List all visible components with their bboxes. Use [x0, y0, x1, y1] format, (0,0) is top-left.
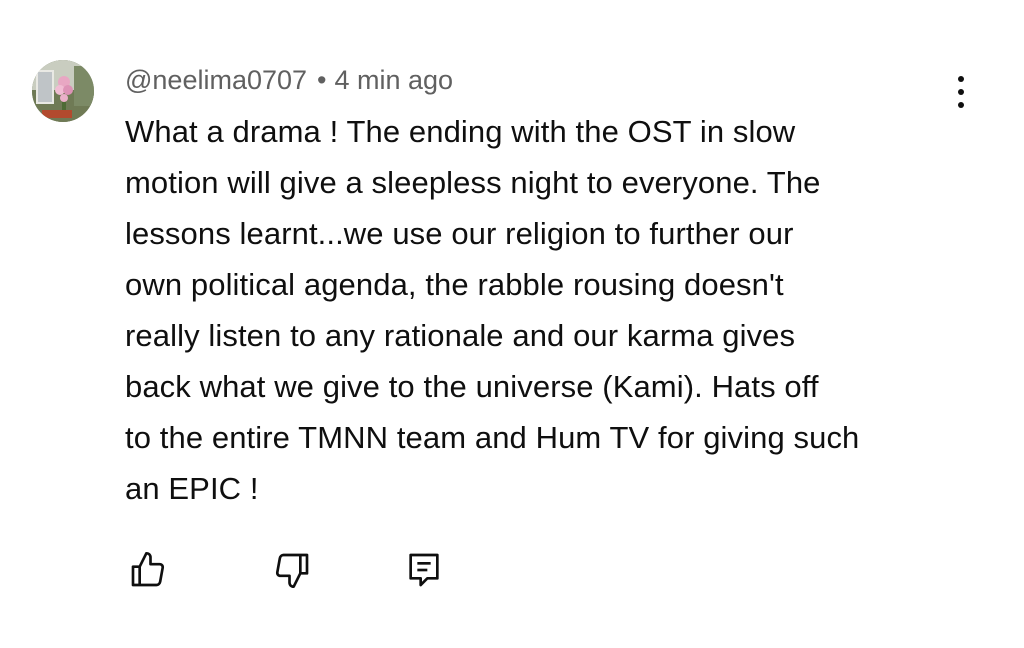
thumbs-up-icon	[131, 552, 165, 587]
comment-meta: @neelima0707 • 4 min ago	[125, 62, 453, 98]
dislike-button[interactable]	[270, 548, 314, 592]
more-vertical-icon-dot	[958, 89, 964, 95]
comment-item: @neelima0707 • 4 min ago What a drama ! Th…	[0, 0, 1024, 648]
reply-button[interactable]	[402, 548, 446, 592]
comment-timestamp[interactable]: 4 min ago	[334, 65, 453, 95]
thumbs-down-icon	[275, 553, 309, 588]
like-button[interactable]	[126, 548, 170, 592]
meta-separator: •	[317, 65, 327, 95]
avatar-image	[32, 60, 94, 122]
comment-text: What a drama ! The ending with the OST i…	[125, 114, 860, 506]
avatar[interactable]	[32, 60, 94, 122]
reply-comment-icon	[409, 553, 439, 587]
more-vertical-icon	[958, 76, 964, 82]
author-handle[interactable]: @neelima0707	[125, 65, 307, 95]
